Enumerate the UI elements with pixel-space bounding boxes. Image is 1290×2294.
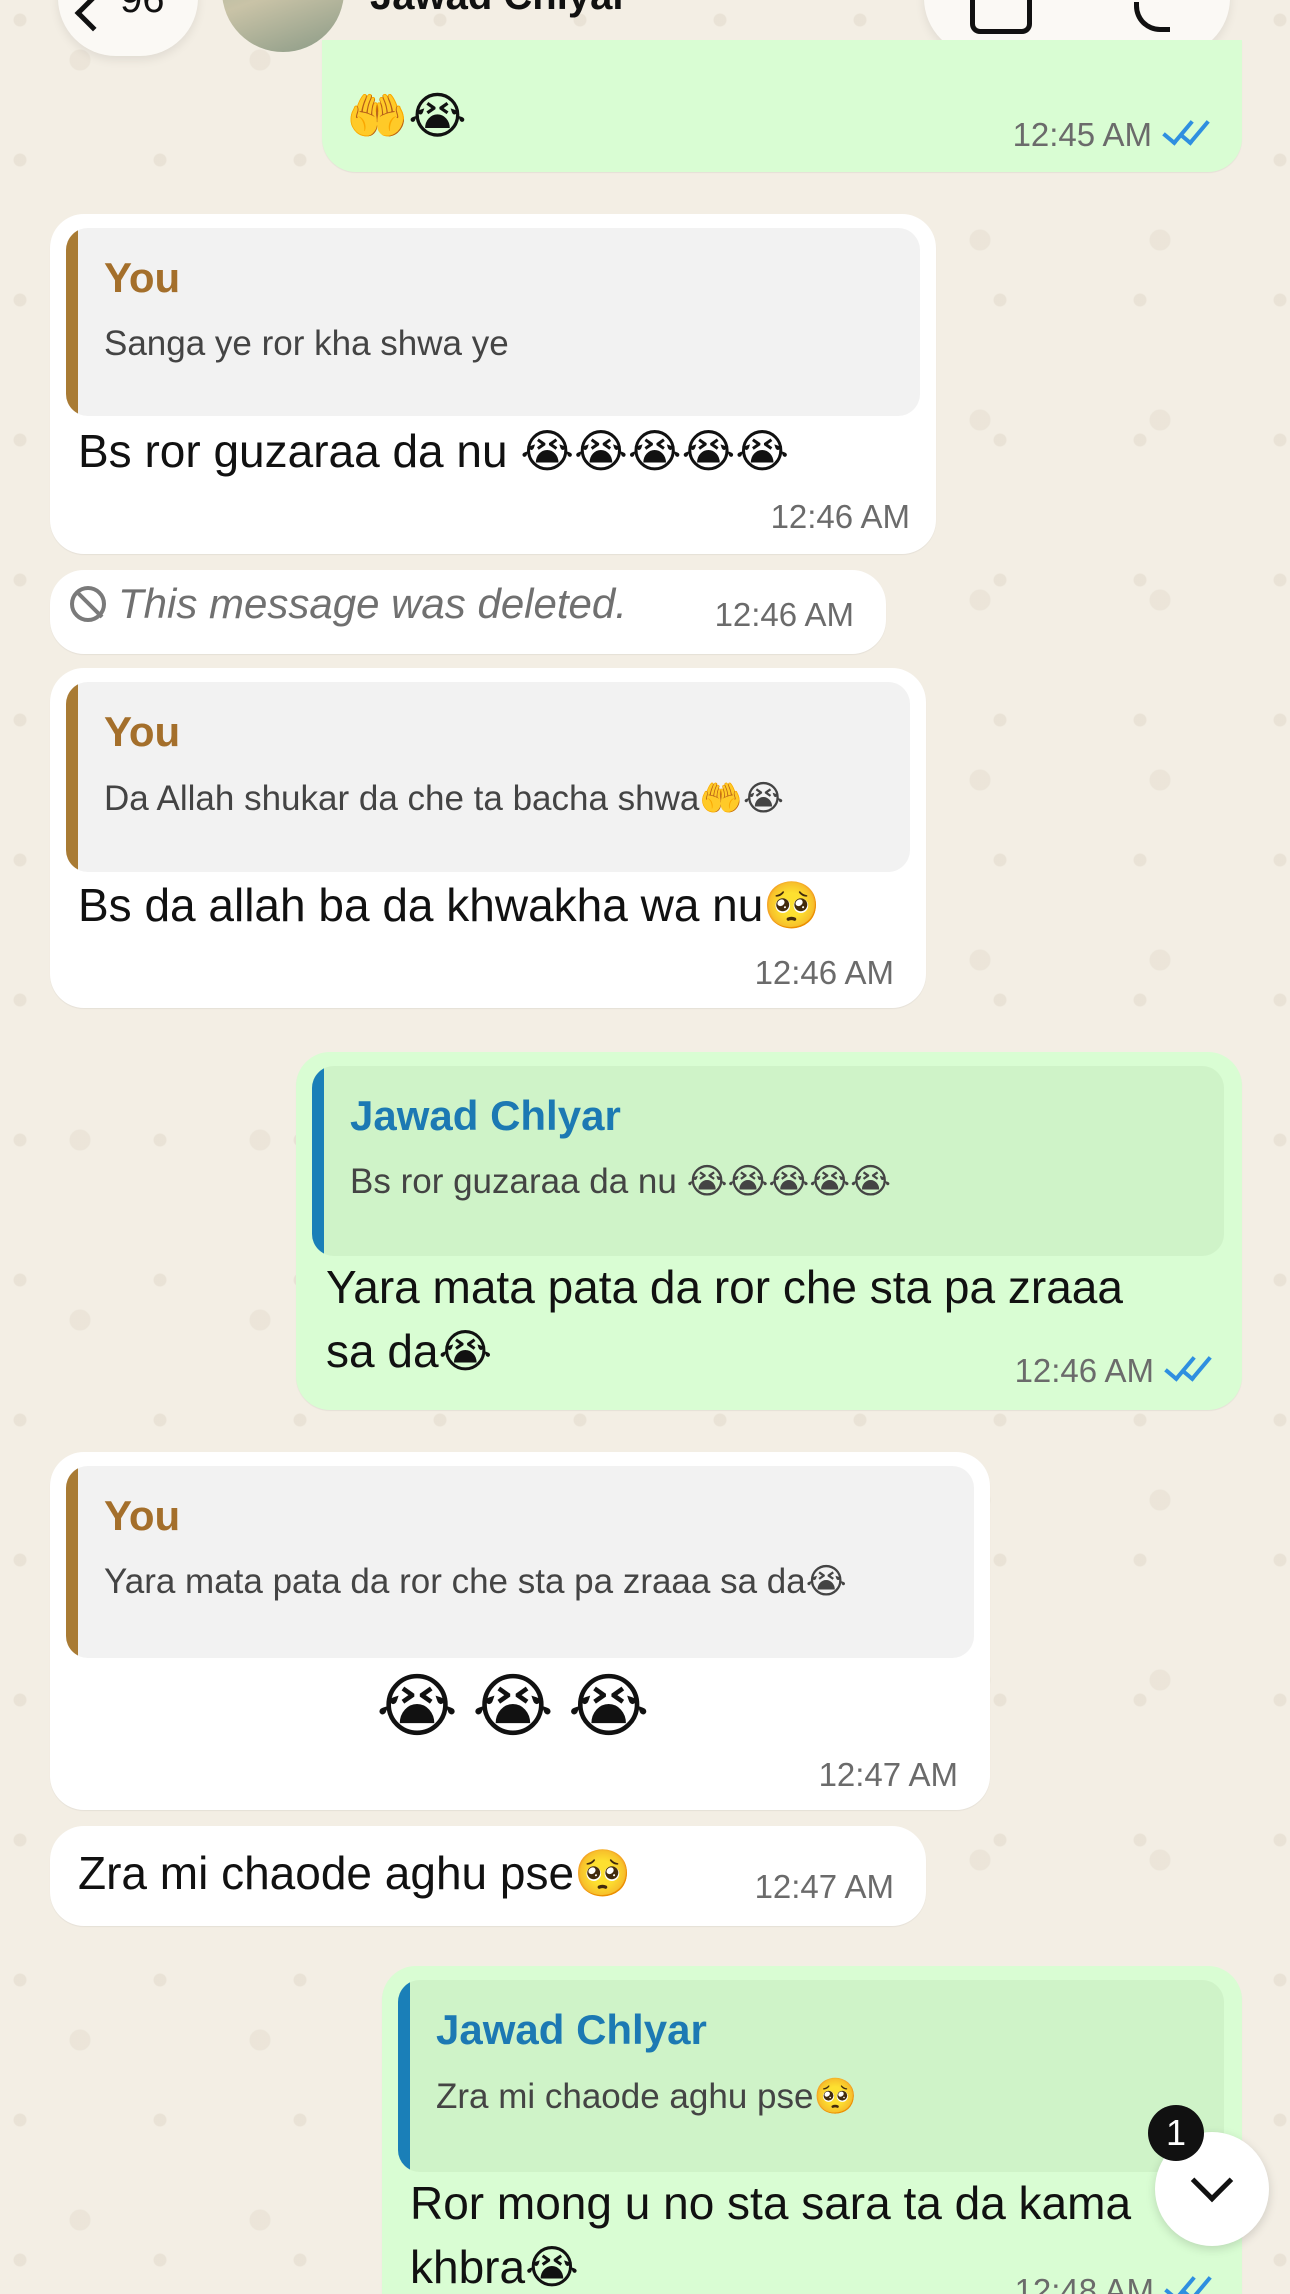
- deleted-text: This message was deleted.: [118, 580, 627, 627]
- message-time: 12:46 AM: [1014, 1352, 1154, 1389]
- quoted-message[interactable]: Jawad Chlyar Bs ror guzaraa da nu 😭😭😭😭😭: [312, 1066, 1224, 1256]
- quoted-message[interactable]: You Da Allah shukar da che ta bacha shwa…: [66, 682, 910, 872]
- message-meta: 12:45 AM: [1013, 116, 1210, 154]
- message-bubble-outgoing[interactable]: Jawad Chlyar Zra mi chaode aghu pse🥺 Ror…: [382, 1966, 1242, 2294]
- message-time: 12:46 AM: [754, 954, 894, 991]
- message-text-line-2: sa da😭: [326, 1325, 493, 1377]
- message-bubble-incoming[interactable]: You Yara mata pata da ror che sta pa zra…: [50, 1452, 990, 1810]
- ban-icon: [70, 586, 106, 622]
- quote-author: You: [104, 708, 181, 755]
- message-bubble-incoming[interactable]: You Sanga ye ror kha shwa ye Bs ror guza…: [50, 214, 936, 554]
- read-receipt-icon: [1162, 1354, 1212, 1384]
- unread-chats-count: 96: [120, 0, 165, 22]
- message-text: Zra mi chaode aghu pse🥺: [78, 1847, 632, 1899]
- message-bubble-outgoing[interactable]: 🤲😭 12:45 AM: [322, 40, 1242, 172]
- quote-text: Zra mi chaode aghu pse🥺: [436, 2077, 858, 2116]
- message-bubble-deleted[interactable]: This message was deleted. 12:46 AM: [50, 570, 886, 654]
- contact-name[interactable]: Jawad Chlyar: [370, 0, 628, 19]
- message-text-line-1: Yara mata pata da ror che sta pa zraaa: [326, 1261, 1123, 1313]
- quote-text: Bs ror guzaraa da nu 😭😭😭😭😭: [350, 1162, 892, 1201]
- read-receipt-icon: [1160, 118, 1210, 148]
- message-bubble-incoming[interactable]: You Da Allah shukar da che ta bacha shwa…: [50, 668, 926, 1008]
- message-meta: 12:46 AM: [1015, 1352, 1212, 1390]
- message-time: 12:47 AM: [754, 1868, 894, 1905]
- quote-text: Yara mata pata da ror che sta pa zraaa s…: [104, 1562, 847, 1601]
- message-bubble-outgoing[interactable]: Jawad Chlyar Bs ror guzaraa da nu 😭😭😭😭😭 …: [296, 1052, 1242, 1410]
- back-button[interactable]: 96: [58, 0, 198, 56]
- message-bubble-incoming[interactable]: Zra mi chaode aghu pse🥺 12:47 AM: [50, 1826, 926, 1926]
- message-time: 12:48 AM: [1014, 2272, 1154, 2294]
- quote-author: Jawad Chlyar: [436, 2006, 707, 2053]
- quote-text: Da Allah shukar da che ta bacha shwa🤲😭: [104, 779, 784, 818]
- quote-author: You: [104, 1492, 181, 1539]
- quoted-message[interactable]: Jawad Chlyar Zra mi chaode aghu pse🥺: [398, 1980, 1224, 2172]
- message-time: 12:45 AM: [1012, 116, 1152, 153]
- chevron-down-icon: [1190, 2159, 1234, 2203]
- quote-text: Sanga ye ror kha shwa ye: [104, 324, 509, 363]
- message-time: 12:47 AM: [818, 1756, 958, 1793]
- quote-author: Jawad Chlyar: [350, 1092, 621, 1139]
- unread-badge: 1: [1148, 2105, 1204, 2161]
- message-text: Bs ror guzaraa da nu 😭😭😭😭😭: [78, 425, 790, 477]
- read-receipt-icon: [1162, 2274, 1212, 2294]
- message-time: 12:46 AM: [770, 498, 910, 535]
- quote-author: You: [104, 254, 181, 301]
- message-text: 🤲😭: [346, 87, 467, 145]
- quoted-message[interactable]: You Sanga ye ror kha shwa ye: [66, 228, 920, 416]
- message-text: 😭😭😭: [376, 1665, 664, 1747]
- message-text: Bs da allah ba da khwakha wa nu🥺: [78, 879, 821, 931]
- chevron-left-icon: [74, 0, 112, 32]
- message-text-line-1: Ror mong u no sta sara ta da kama: [410, 2177, 1132, 2229]
- quoted-message[interactable]: You Yara mata pata da ror che sta pa zra…: [66, 1466, 974, 1658]
- message-text-line-2: khbra😭: [410, 2241, 579, 2293]
- message-meta: 12:48 AM: [1015, 2272, 1212, 2294]
- video-call-icon[interactable]: [970, 0, 1032, 34]
- message-time: 12:46 AM: [714, 596, 854, 633]
- voice-call-icon[interactable]: [1134, 2, 1170, 32]
